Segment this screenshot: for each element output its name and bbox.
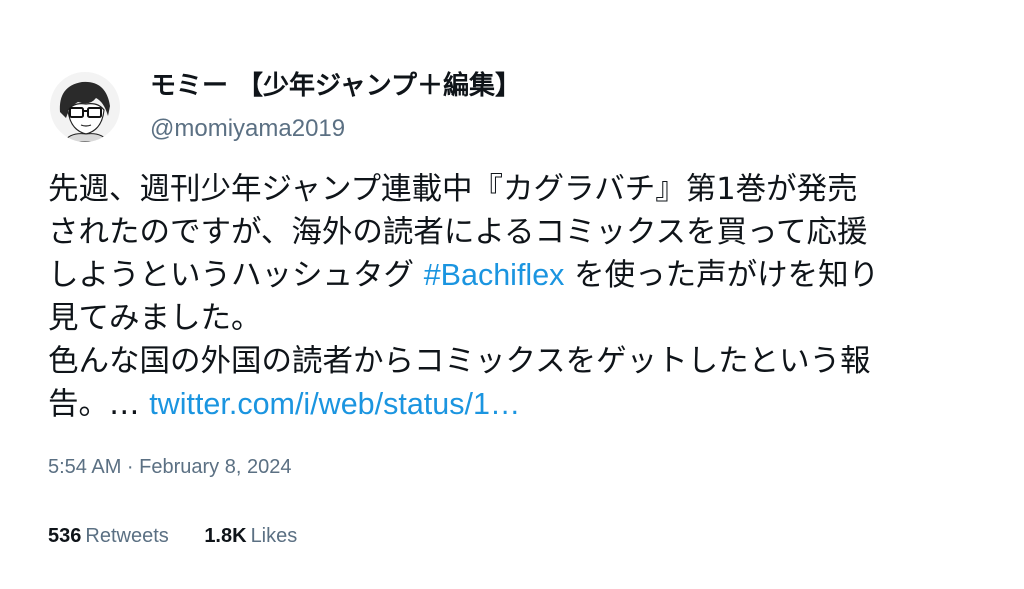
tweet-text-segment: 先週、週刊少年ジャンプ連載中『カグラバチ』第1巻が発売 [48, 172, 858, 207]
author-handle[interactable]: @momiyama2019 [150, 114, 345, 144]
tweet-card: モミー 【少年ジャンプ＋編集】 @momiyama2019 先週、週刊少年ジャン… [0, 0, 1024, 589]
tweet-timestamp[interactable]: 5:54 AM · February 8, 2024 [48, 454, 291, 480]
tweet-text-line: されたのですが、海外の読者によるコミックスを買って応援 [48, 211, 978, 254]
hashtag-link[interactable]: #Bachiflex [424, 258, 565, 292]
tweet-text-segment: 見てみました。 [48, 301, 262, 336]
tweet-text-segment: しようというハッシュタグ [48, 258, 424, 293]
author-display-name[interactable]: モミー 【少年ジャンプ＋編集】 [150, 70, 521, 102]
tweet-text-line: 告。… twitter.com/i/web/status/1… [48, 383, 978, 426]
author-avatar[interactable] [50, 72, 120, 142]
tweet-text-segment: 告。… [48, 387, 150, 422]
tweet-text-line: しようというハッシュタグ #Bachiflex を使った声がけを知り [48, 254, 978, 297]
tweet-text-segment: を使った声がけを知り [564, 258, 880, 293]
retweets-count: 536 [48, 525, 82, 547]
tweet-text-segment: 色んな国の外国の読者からコミックスをゲットしたという報 [48, 344, 871, 379]
retweets-stat[interactable]: 536 Retweets [48, 523, 169, 549]
tweet-text-segment: されたのですが、海外の読者によるコミックスを買って応援 [48, 215, 868, 250]
likes-label: Likes [250, 525, 298, 547]
tweet-url-link[interactable]: twitter.com/i/web/status/1… [149, 387, 520, 421]
manga-avatar-icon [50, 72, 120, 142]
tweet-stats: 536 Retweets 1.8K Likes [48, 523, 327, 549]
tweet-text-line: 先週、週刊少年ジャンプ連載中『カグラバチ』第1巻が発売 [48, 168, 978, 211]
tweet-text-line: 色んな国の外国の読者からコミックスをゲットしたという報 [48, 340, 978, 383]
tweet-text: 先週、週刊少年ジャンプ連載中『カグラバチ』第1巻が発売 されたのですが、海外の読者… [48, 168, 978, 426]
likes-count: 1.8K [204, 525, 247, 547]
likes-stat[interactable]: 1.8K Likes [204, 523, 297, 549]
retweets-label: Retweets [85, 525, 169, 547]
tweet-text-line: 見てみました。 [48, 297, 978, 340]
